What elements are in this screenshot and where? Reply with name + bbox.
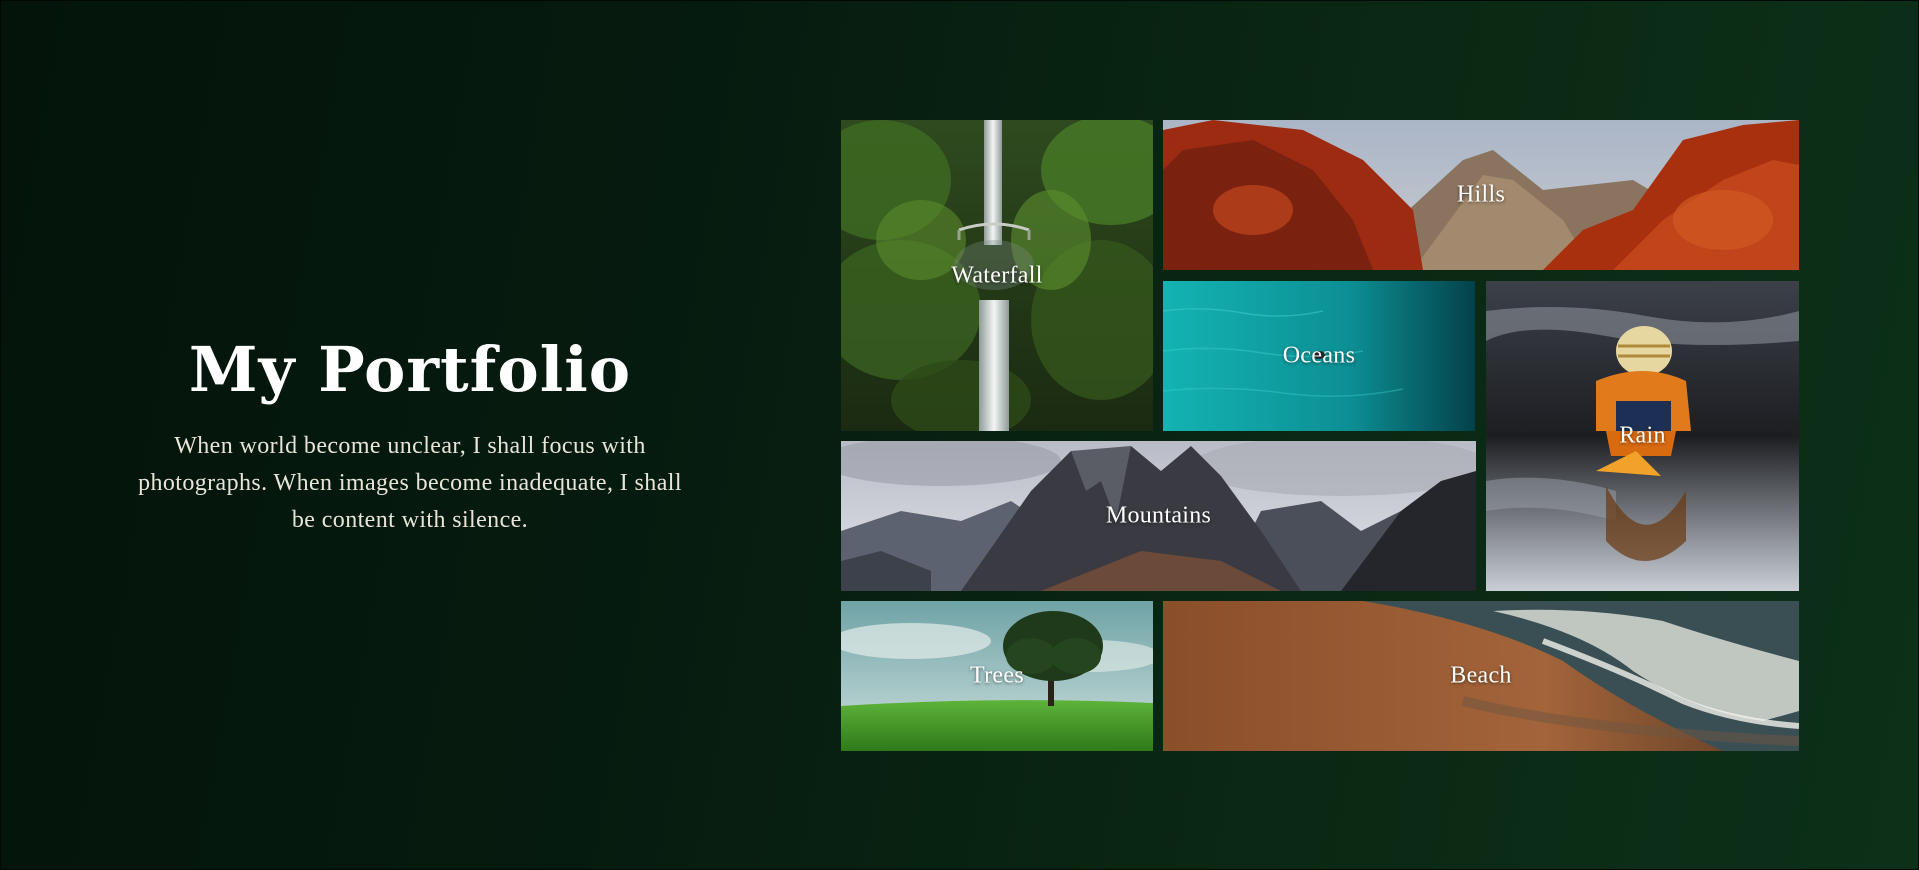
gallery-label-rain: Rain <box>1619 422 1666 449</box>
gallery-tile-oceans[interactable]: Oceans <box>1163 281 1475 431</box>
gallery-tile-mountains[interactable]: Mountains <box>841 441 1476 591</box>
page-tagline: When world become unclear, I shall focus… <box>138 433 682 533</box>
gallery-label-trees: Trees <box>970 662 1024 689</box>
intro-section: My Portfolio When world become unclear, … <box>120 330 700 539</box>
gallery-label-mountains: Mountains <box>1105 502 1212 529</box>
gallery-tile-trees[interactable]: Trees <box>841 601 1153 751</box>
gallery-tile-hills[interactable]: Hills <box>1163 120 1799 270</box>
gallery-label-oceans: Oceans <box>1282 342 1356 369</box>
gallery-label-hills: Hills <box>1456 181 1506 208</box>
gallery-tile-waterfall[interactable]: Waterfall <box>841 120 1153 431</box>
gallery-tile-beach[interactable]: Beach <box>1163 601 1799 751</box>
gallery-label-waterfall: Waterfall <box>951 262 1043 289</box>
gallery-label-beach: Beach <box>1450 662 1512 689</box>
page-title: My Portfolio <box>188 333 632 406</box>
gallery-tile-rain[interactable]: Rain <box>1486 281 1799 591</box>
